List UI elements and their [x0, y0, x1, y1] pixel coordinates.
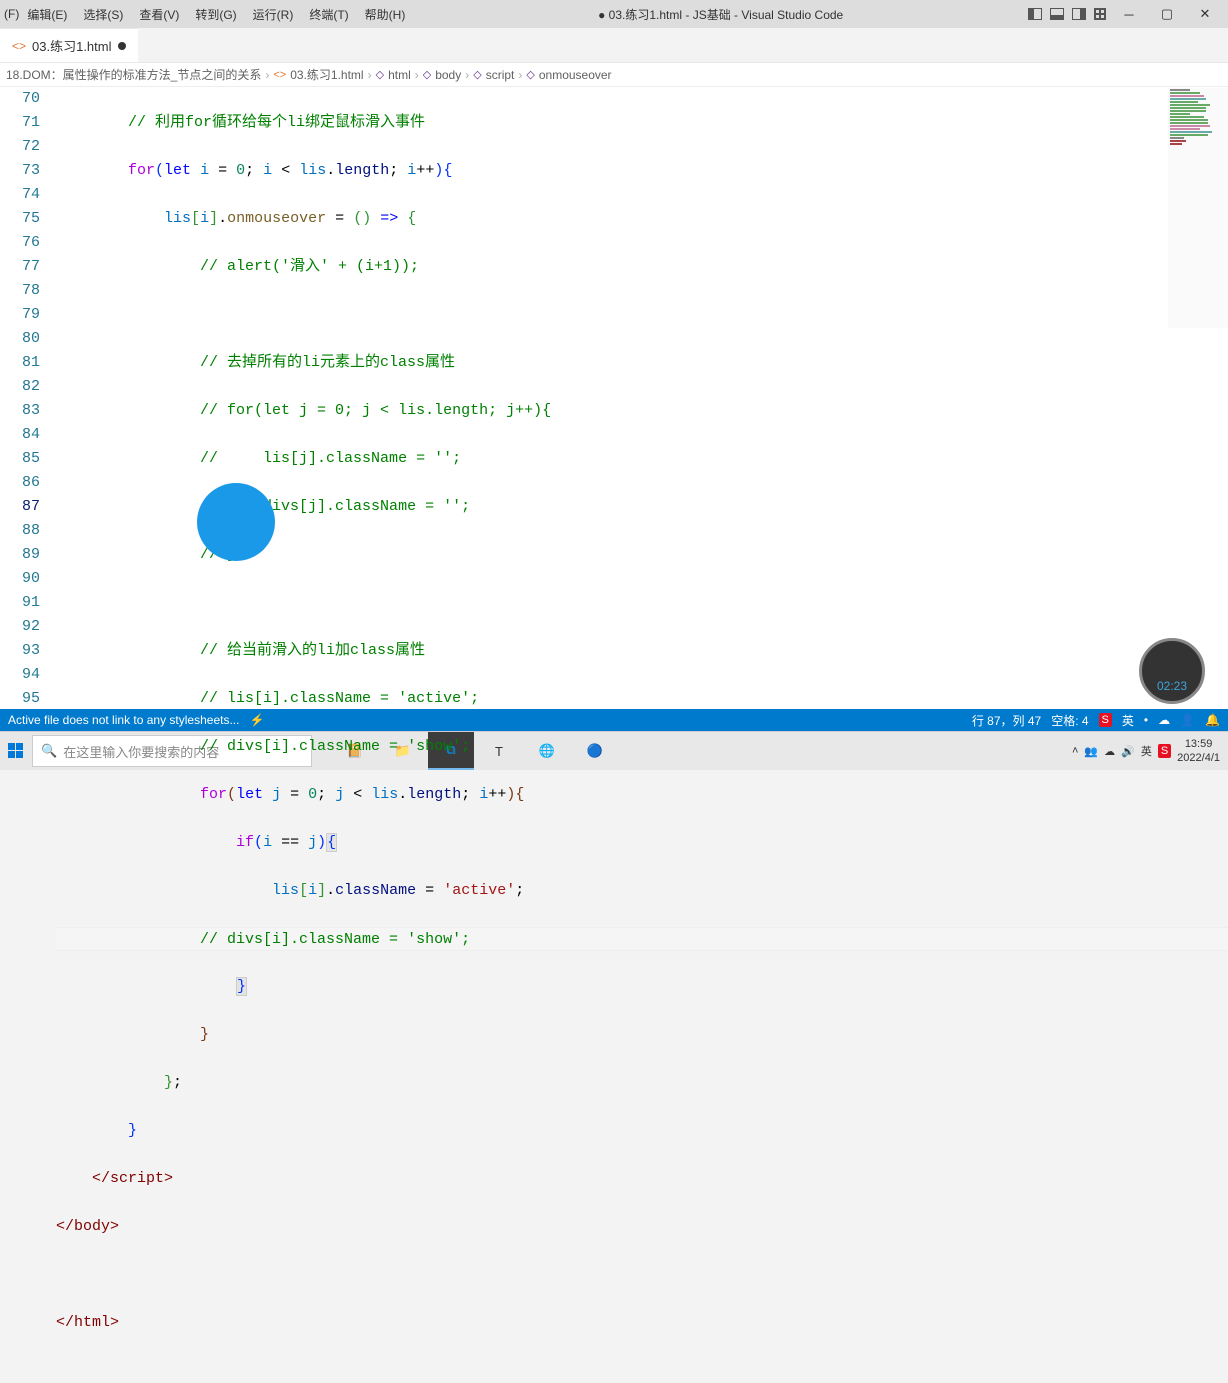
code-token: for	[128, 162, 155, 179]
breadcrumb[interactable]: 18.DOM：属性操作的标准方法_节点之间的关系 › <> 03.练习1.htm…	[0, 63, 1228, 87]
line-number[interactable]: 82	[0, 375, 40, 399]
menu-help[interactable]: 帮助(H)	[357, 6, 414, 23]
menu-view[interactable]: 查看(V)	[131, 6, 187, 23]
code-content[interactable]: // 利用for循环给每个li绑定鼠标滑入事件 for(let i = 0; i…	[56, 87, 1228, 709]
line-number[interactable]: 86	[0, 471, 40, 495]
editor-tab[interactable]: <> 03.练习1.html	[0, 28, 138, 62]
line-number[interactable]: 92	[0, 615, 40, 639]
start-button[interactable]	[8, 743, 24, 759]
line-number[interactable]: 74	[0, 183, 40, 207]
line-number[interactable]: 71	[0, 111, 40, 135]
maximize-button[interactable]: ▢	[1152, 4, 1182, 24]
breadcrumb-folder[interactable]: 18.DOM：属性操作的标准方法_节点之间的关系	[6, 66, 261, 83]
html-file-icon: <>	[12, 39, 26, 53]
symbol-icon: ◇	[423, 68, 431, 81]
line-number[interactable]: 72	[0, 135, 40, 159]
menu-terminal[interactable]: 终端(T)	[301, 6, 356, 23]
line-number[interactable]: 88	[0, 519, 40, 543]
menu-bar: 编辑(E) 选择(S) 查看(V) 转到(G) 运行(R) 终端(T) 帮助(H…	[19, 0, 413, 28]
close-button[interactable]: ✕	[1190, 4, 1220, 24]
breadcrumb-file[interactable]: 03.练习1.html	[290, 66, 363, 83]
line-number[interactable]: 90	[0, 567, 40, 591]
line-number[interactable]: 89	[0, 543, 40, 567]
editor[interactable]: 7071727374757677787980818283848586878889…	[0, 87, 1228, 709]
breadcrumb-body[interactable]: body	[435, 68, 461, 82]
line-number[interactable]: 78	[0, 279, 40, 303]
dirty-indicator-icon	[118, 42, 126, 50]
title-bar-right: ─ ▢ ✕	[1028, 4, 1228, 24]
html-file-icon: <>	[273, 69, 286, 81]
window-title: ● 03.练习1.html - JS基础 - Visual Studio Cod…	[413, 6, 1028, 23]
line-number[interactable]: 94	[0, 663, 40, 687]
symbol-icon: ◇	[376, 68, 384, 81]
minimize-button[interactable]: ─	[1114, 4, 1144, 24]
symbol-icon: ◇	[526, 68, 534, 81]
layout-left-icon[interactable]	[1028, 8, 1042, 20]
line-number[interactable]: 75	[0, 207, 40, 231]
chevron-right-icon: ›	[518, 68, 522, 82]
cursor-highlight-icon	[197, 483, 275, 561]
line-number[interactable]: 95	[0, 687, 40, 711]
breadcrumb-html[interactable]: html	[388, 68, 411, 82]
line-number[interactable]: 91	[0, 591, 40, 615]
code-comment: // 利用for循环给每个li绑定鼠标滑入事件	[128, 114, 425, 131]
file-menu-label[interactable]: (F)	[0, 7, 19, 21]
minimap[interactable]	[1168, 88, 1228, 328]
layout-grid-icon[interactable]	[1094, 8, 1106, 20]
line-number[interactable]: 70	[0, 87, 40, 111]
line-number[interactable]: 81	[0, 351, 40, 375]
line-gutter[interactable]: 7071727374757677787980818283848586878889…	[0, 87, 56, 709]
line-number[interactable]: 76	[0, 231, 40, 255]
line-number[interactable]: 77	[0, 255, 40, 279]
line-number[interactable]: 85	[0, 447, 40, 471]
breadcrumb-script[interactable]: script	[486, 68, 515, 82]
layout-right-icon[interactable]	[1072, 8, 1086, 20]
search-icon: 🔍	[41, 743, 57, 759]
line-number[interactable]: 80	[0, 327, 40, 351]
tab-bar: <> 03.练习1.html	[0, 28, 1228, 63]
line-number[interactable]: 73	[0, 159, 40, 183]
menu-edit[interactable]: 编辑(E)	[19, 6, 75, 23]
chevron-right-icon: ›	[465, 68, 469, 82]
tab-filename: 03.练习1.html	[32, 36, 111, 55]
symbol-icon: ◇	[473, 68, 481, 81]
menu-goto[interactable]: 转到(G)	[187, 6, 244, 23]
line-number[interactable]: 79	[0, 303, 40, 327]
recording-timer-badge: 02:23	[1139, 638, 1205, 704]
layout-bottom-icon[interactable]	[1050, 8, 1064, 20]
line-number[interactable]: 84	[0, 423, 40, 447]
menu-select[interactable]: 选择(S)	[75, 6, 131, 23]
menu-run[interactable]: 运行(R)	[245, 6, 302, 23]
line-number[interactable]: 83	[0, 399, 40, 423]
breadcrumb-onmouseover[interactable]: onmouseover	[539, 68, 612, 82]
line-number[interactable]: 93	[0, 639, 40, 663]
line-number[interactable]: 87	[0, 495, 40, 519]
chevron-right-icon: ›	[265, 68, 269, 82]
chevron-right-icon: ›	[415, 68, 419, 82]
title-bar: (F) 编辑(E) 选择(S) 查看(V) 转到(G) 运行(R) 终端(T) …	[0, 0, 1228, 28]
recording-time: 02:23	[1157, 679, 1187, 693]
chevron-right-icon: ›	[368, 68, 372, 82]
